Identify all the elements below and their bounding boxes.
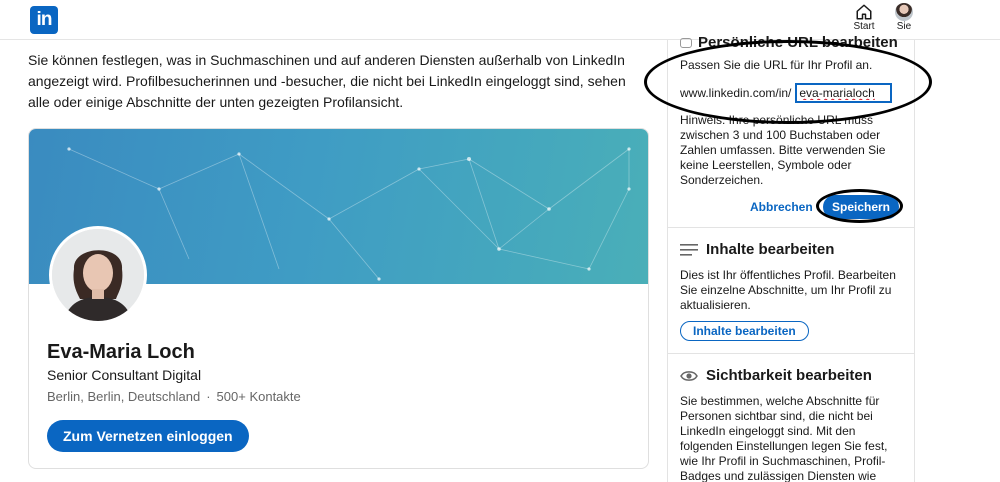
edit-visibility-heading: Sichtbarkeit bearbeiten — [680, 367, 872, 384]
custom-url-section: Persönliche URL bearbeiten Passen Sie di… — [668, 34, 914, 228]
avatar — [895, 3, 913, 21]
pencil-icon — [680, 38, 692, 49]
edit-content-button[interactable]: Inhalte bearbeiten — [680, 321, 809, 341]
eye-icon — [680, 370, 698, 381]
intro-text: Sie können festlegen, was in Suchmaschin… — [28, 52, 626, 110]
profile-name: Eva-Maria Loch — [47, 341, 195, 363]
cancel-button[interactable]: Abbrechen — [750, 200, 813, 214]
custom-url-hint: Hinweis: Ihre persönliche URL muss zwisc… — [680, 113, 886, 187]
edit-content-section: Inhalte bearbeiten Dies ist Ihr öffentli… — [668, 228, 914, 354]
profile-connections: 500+ Kontakte — [216, 389, 301, 404]
profile-location: Berlin, Berlin, Deutschland — [47, 389, 201, 404]
custom-url-row: www.linkedin.com/in/ — [680, 83, 893, 103]
join-to-connect-button[interactable]: Zum Vernetzen einloggen — [47, 420, 249, 452]
edit-content-heading: Inhalte bearbeiten — [680, 241, 834, 258]
edit-content-text: Dies ist Ihr öffentliches Profil. Bearbe… — [680, 268, 896, 312]
list-icon — [680, 243, 698, 256]
url-prefix: www.linkedin.com/in/ — [680, 86, 792, 100]
nav-me-label: Sie — [896, 21, 912, 32]
edit-visibility-section: Sichtbarkeit bearbeiten Sie bestimmen, w… — [668, 354, 914, 482]
save-button[interactable]: Speichern — [823, 195, 899, 219]
custom-url-prompt: Passen Sie die URL für Ihr Profil an. — [680, 58, 873, 72]
profile-photo — [49, 226, 147, 324]
profile-meta: Berlin, Berlin, Deutschland · 500+ Kontakt… — [47, 389, 301, 404]
edit-visibility-text: Sie bestimmen, welche Abschnitte für Per… — [680, 394, 888, 482]
nav-me[interactable]: Sie — [891, 3, 917, 32]
custom-url-input[interactable] — [795, 83, 893, 103]
linkedin-logo[interactable]: in — [30, 6, 58, 34]
public-profile-card: Eva-Maria Loch Senior Consultant Digital… — [28, 128, 649, 469]
nav-start[interactable]: Start — [851, 3, 877, 32]
profile-headline: Senior Consultant Digital — [47, 367, 202, 383]
custom-url-title: Persönliche URL bearbeiten — [680, 34, 898, 51]
right-sidebar: Persönliche URL bearbeiten Passen Sie di… — [667, 34, 915, 482]
home-icon — [856, 4, 872, 20]
nav-start-label: Start — [853, 21, 875, 32]
